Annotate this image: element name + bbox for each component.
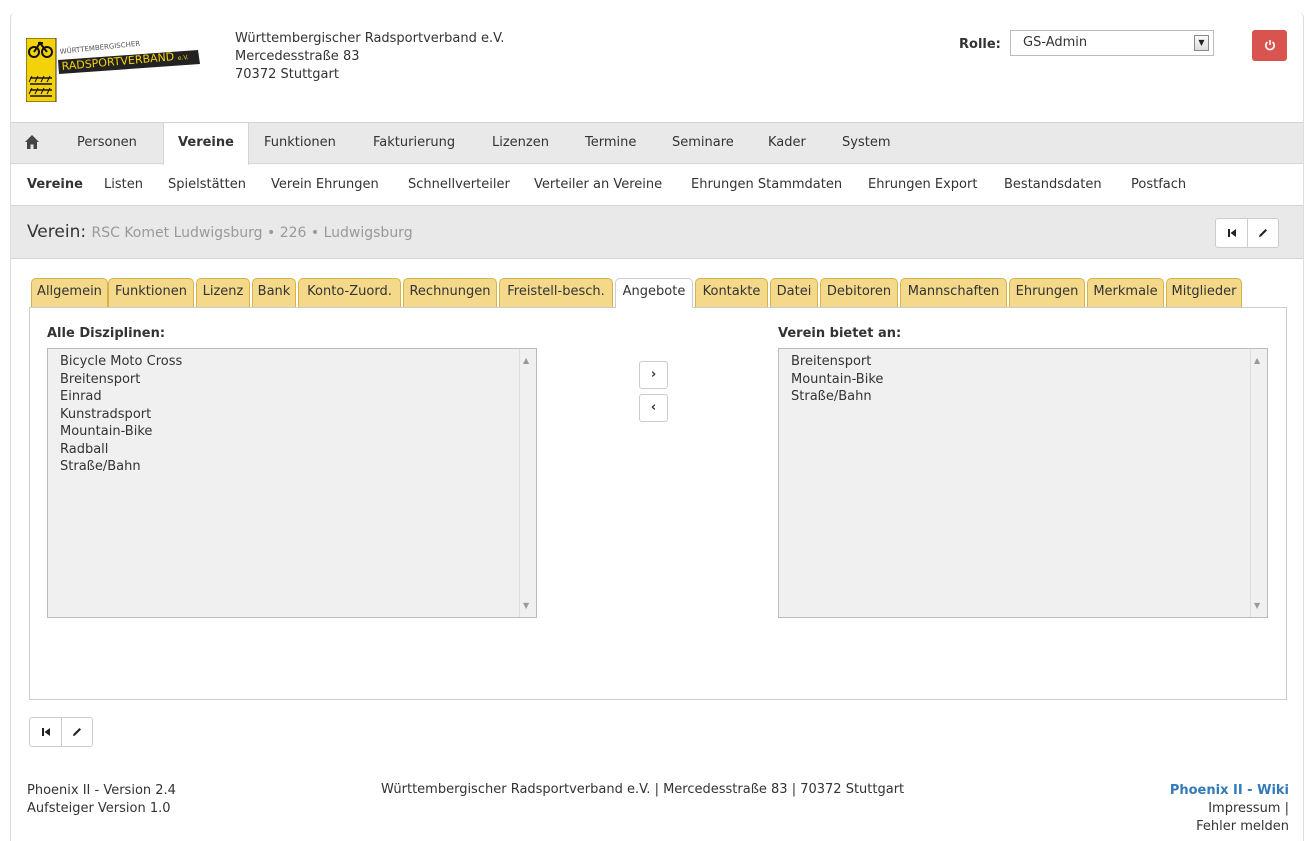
footer-links: Phoenix II - Wiki Impressum | Fehler mel… (1170, 782, 1289, 836)
nav-kader[interactable]: Kader (768, 123, 806, 164)
fehler-melden-link[interactable]: Fehler melden (1170, 818, 1289, 836)
org-address: Württembergischer Radsportverband e.V. M… (235, 30, 504, 84)
subnav-postfach[interactable]: Postfach (1131, 177, 1186, 192)
list-item[interactable]: Straße/Bahn (60, 458, 524, 476)
list-item[interactable]: Mountain-Bike (60, 423, 524, 441)
alle-disziplinen-list[interactable]: Bicycle Moto Cross Breitensport Einrad K… (47, 348, 537, 618)
nav-lizenzen[interactable]: Lizenzen (492, 123, 549, 164)
page-subtitle: RSC Komet Ludwigsburg • 226 • Ludwigsbur… (91, 225, 413, 241)
tab-funktionen[interactable]: Funktionen (108, 278, 194, 307)
list-item[interactable]: Einrad (60, 388, 524, 406)
scroll-up-icon[interactable]: ▲ (523, 352, 529, 370)
tab-freistell-besch[interactable]: Freistell-besch. (499, 278, 613, 307)
page-title-label: Verein: (27, 222, 87, 242)
rolle-value: GS-Admin (1023, 35, 1088, 50)
list-item[interactable]: Kunstradsport (60, 406, 524, 424)
subnav-ehrungen-stammdaten[interactable]: Ehrungen Stammdaten (691, 177, 842, 192)
tab-kontakte[interactable]: Kontakte (695, 278, 768, 307)
version-text: Phoenix II - Version 2.4 (27, 783, 176, 798)
nav-termine[interactable]: Termine (585, 123, 636, 164)
rolle-select[interactable]: GS-Admin ▼ (1010, 30, 1214, 56)
chevron-down-icon[interactable]: ▼ (1194, 35, 1209, 51)
nav-vereine[interactable]: Vereine (163, 123, 249, 165)
nav-personen[interactable]: Personen (77, 123, 137, 164)
tab-konto-zuord[interactable]: Konto-Zuord. (298, 278, 401, 307)
subnav-listen[interactable]: Listen (104, 177, 143, 192)
tab-ehrungen[interactable]: Ehrungen (1009, 278, 1085, 307)
logo[interactable]: WÜRTTEMBERGISCHER RADSPORTVERBAND e.V. (26, 38, 202, 102)
chevron-left-icon: ‹ (650, 400, 657, 415)
logo-text-ev: e.V. (178, 54, 189, 62)
list-item[interactable]: Straße/Bahn (791, 388, 1255, 406)
back-button[interactable] (30, 718, 61, 746)
footer-versions: Phoenix II - Version 2.4 Aufsteiger Vers… (27, 782, 176, 818)
sub-nav: Vereine Listen Spielstätten Verein Ehrun… (11, 165, 1303, 205)
scroll-down-icon[interactable]: ▼ (523, 597, 529, 615)
tab-debitoren[interactable]: Debitoren (820, 278, 898, 307)
tab-panel-angebote: Alle Disziplinen: Bicycle Moto Cross Bre… (29, 307, 1287, 700)
wiki-link[interactable]: Phoenix II - Wiki (1170, 782, 1289, 800)
edit-button[interactable] (1247, 219, 1278, 247)
tab-datei[interactable]: Datei (770, 278, 818, 307)
app-frame: WÜRTTEMBERGISCHER RADSPORTVERBAND e.V. W… (10, 12, 1304, 841)
step-backward-icon (41, 728, 50, 736)
scroll-down-icon[interactable]: ▼ (1254, 597, 1260, 615)
nav-funktionen[interactable]: Funktionen (264, 123, 336, 164)
aufsteiger-version-text: Aufsteiger Version 1.0 (27, 801, 171, 816)
subnav-vereine[interactable]: Vereine (27, 177, 83, 192)
subnav-verein-ehrungen[interactable]: Verein Ehrungen (271, 177, 379, 192)
scrollbar[interactable]: ▲ ▼ (1250, 349, 1267, 617)
scrollbar[interactable]: ▲ ▼ (519, 349, 536, 617)
tab-mitglieder[interactable]: Mitglieder (1166, 278, 1242, 307)
nav-fakturierung[interactable]: Fakturierung (373, 123, 455, 164)
subnav-ehrungen-export[interactable]: Ehrungen Export (868, 177, 977, 192)
chevron-right-icon: › (650, 367, 657, 382)
tab-rechnungen[interactable]: Rechnungen (403, 278, 497, 307)
logout-button[interactable] (1252, 30, 1287, 61)
impressum-link[interactable]: Impressum | (1170, 800, 1289, 818)
home-icon[interactable] (24, 134, 40, 150)
verein-bietet-an-label: Verein bietet an: (778, 326, 902, 341)
step-backward-icon (1227, 229, 1236, 237)
list-item[interactable]: Breitensport (60, 371, 524, 389)
pencil-icon (1259, 229, 1267, 237)
title-button-group (1215, 218, 1279, 248)
title-bar: Verein: RSC Komet Ludwigsburg • 226 • Lu… (11, 205, 1303, 259)
list-item[interactable]: Breitensport (791, 353, 1255, 371)
nav-system[interactable]: System (842, 123, 890, 164)
org-city: 70372 Stuttgart (235, 67, 339, 82)
page-title: Verein: RSC Komet Ludwigsburg • 226 • Lu… (27, 222, 413, 242)
main-nav: Personen Vereine Funktionen Fakturierung… (11, 122, 1303, 165)
pencil-icon (73, 728, 81, 736)
verein-bietet-an-list[interactable]: Breitensport Mountain-Bike Straße/Bahn ▲… (778, 348, 1268, 618)
subnav-spielstaetten[interactable]: Spielstätten (168, 177, 246, 192)
edit-button[interactable] (61, 718, 92, 746)
subnav-schnellverteiler[interactable]: Schnellverteiler (408, 177, 510, 192)
tab-mannschaften[interactable]: Mannschaften (900, 278, 1007, 307)
back-button[interactable] (1216, 219, 1247, 247)
list-item[interactable]: Bicycle Moto Cross (60, 353, 524, 371)
subnav-verteiler-an-vereine[interactable]: Verteiler an Vereine (534, 177, 662, 192)
bottom-button-group (29, 717, 93, 747)
tab-angebote[interactable]: Angebote (615, 278, 693, 308)
list-item[interactable]: Mountain-Bike (791, 371, 1255, 389)
tab-bank[interactable]: Bank (252, 278, 296, 307)
tab-allgemein[interactable]: Allgemein (31, 278, 108, 307)
footer-address: Württembergischer Radsportverband e.V. |… (381, 782, 905, 797)
org-street: Mercedesstraße 83 (235, 49, 360, 64)
header: WÜRTTEMBERGISCHER RADSPORTVERBAND e.V. W… (11, 12, 1303, 115)
alle-disziplinen-label: Alle Disziplinen: (47, 326, 166, 341)
tab-merkmale[interactable]: Merkmale (1087, 278, 1164, 307)
scroll-up-icon[interactable]: ▲ (1254, 352, 1260, 370)
subnav-bestandsdaten[interactable]: Bestandsdaten (1004, 177, 1102, 192)
org-name: Württembergischer Radsportverband e.V. (235, 31, 505, 46)
power-icon (1264, 40, 1275, 51)
remove-discipline-button[interactable]: ‹ (639, 394, 668, 422)
tab-lizenz[interactable]: Lizenz (196, 278, 250, 307)
list-item[interactable]: Radball (60, 441, 524, 459)
nav-seminare[interactable]: Seminare (672, 123, 734, 164)
add-discipline-button[interactable]: › (639, 361, 668, 389)
rolle-label: Rolle: (959, 37, 1001, 52)
